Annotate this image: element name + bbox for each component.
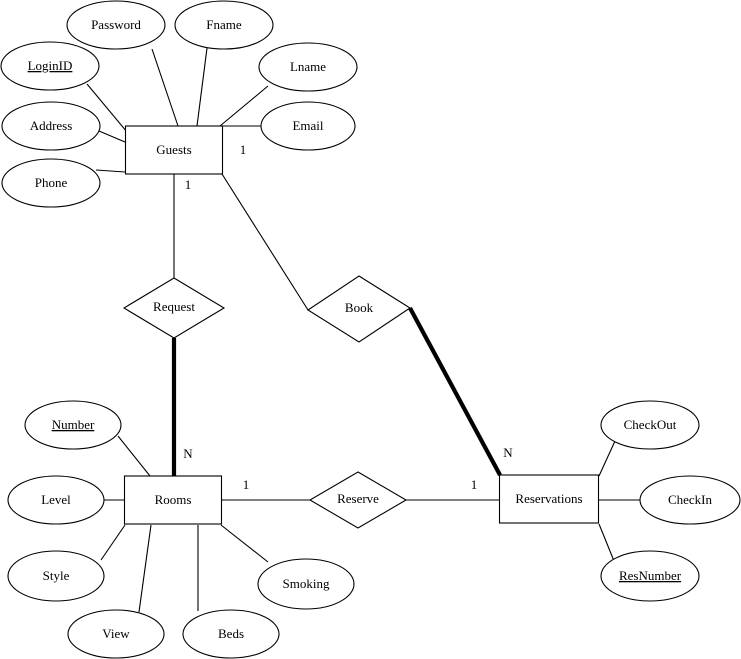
attribute-connector-line (598, 440, 616, 477)
entity-label-guests: Guests (156, 142, 191, 157)
attribute-checkout[interactable]: CheckOut (600, 400, 700, 450)
relationship-label-reserve: Reserve (337, 491, 379, 506)
attribute-label-phone: Phone (35, 175, 68, 190)
er-diagram-svg: Password LoginID Fname Lname Email Address Pho… (0, 0, 741, 659)
cardinality-request-rooms: N (183, 446, 193, 461)
attribute-resnumber[interactable]: ResNumber (600, 550, 700, 602)
attribute-smoking[interactable]: Smoking (257, 558, 355, 610)
attribute-label-fname: Fname (206, 17, 242, 32)
attribute-label-address: Address (30, 118, 73, 133)
entity-reservations[interactable]: Reservations (498, 474, 600, 524)
attribute-label-password: Password (91, 17, 141, 32)
cardinality-book-reserv: N (503, 445, 513, 460)
relationship-request[interactable]: Request (122, 277, 226, 339)
relationship-connector-guests-book (221, 173, 309, 311)
entity-rooms[interactable]: Rooms (123, 475, 223, 525)
attribute-phone[interactable]: Phone (1, 158, 101, 208)
attribute-connector-line (138, 524, 152, 613)
relationship-connector-layer (171, 173, 502, 501)
entity-label-reservations: Reservations (515, 491, 582, 506)
attribute-lname[interactable]: Lname (258, 42, 358, 92)
cardinality-guests-request: 1 (185, 177, 192, 192)
attribute-connector-line (98, 130, 126, 143)
attribute-label-level: Level (41, 492, 71, 507)
relationship-reserve[interactable]: Reserve (308, 471, 408, 529)
relationship-label-book: Book (345, 300, 374, 315)
attribute-email[interactable]: Email (260, 101, 356, 151)
attribute-label-view: View (102, 626, 130, 641)
attribute-label-email: Email (292, 118, 323, 133)
attribute-address[interactable]: Address (1, 101, 101, 151)
attribute-beds[interactable]: Beds (182, 609, 280, 659)
entity-guests[interactable]: Guests (124, 125, 224, 175)
attribute-label-loginid: LoginID (28, 58, 73, 73)
attribute-connector-line (151, 48, 179, 127)
relationship-book[interactable]: Book (306, 275, 412, 343)
attribute-connector-line (219, 85, 269, 127)
cardinality-rooms-reserve: 1 (243, 477, 250, 492)
attribute-label-lname: Lname (290, 59, 326, 74)
attribute-fname[interactable]: Fname (174, 0, 274, 50)
attribute-level[interactable]: Level (7, 475, 105, 525)
attribute-connector-line (95, 169, 126, 173)
relationship-label-request: Request (153, 299, 195, 314)
attribute-number[interactable]: Number (24, 400, 122, 450)
attribute-connector-line (117, 435, 151, 477)
attribute-label-smoking: Smoking (283, 576, 330, 591)
attribute-label-number: Number (52, 417, 95, 432)
attribute-view[interactable]: View (67, 609, 165, 659)
attribute-connector-line (598, 523, 615, 562)
entity-label-rooms: Rooms (155, 492, 192, 507)
cardinality-guests-book: 1 (240, 142, 247, 157)
attribute-loginid[interactable]: LoginID (0, 41, 100, 91)
attribute-style[interactable]: Style (7, 550, 105, 602)
attribute-connector-line (100, 524, 126, 561)
attribute-connector-line (196, 47, 208, 127)
attribute-label-style: Style (43, 568, 70, 583)
attribute-password[interactable]: Password (66, 0, 166, 50)
relationship-connector-book-reserv (408, 307, 502, 476)
attribute-checkin[interactable]: CheckIn (639, 475, 741, 525)
cardinality-reserve-reserv: 1 (471, 477, 478, 492)
attribute-connector-line (220, 524, 269, 563)
er-diagram-canvas: Password LoginID Fname Lname Email Address Pho… (0, 0, 741, 659)
attribute-label-beds: Beds (218, 626, 244, 641)
attribute-label-checkin: CheckIn (668, 492, 713, 507)
attribute-label-resnumber: ResNumber (619, 568, 682, 583)
attribute-label-checkout: CheckOut (624, 417, 677, 432)
